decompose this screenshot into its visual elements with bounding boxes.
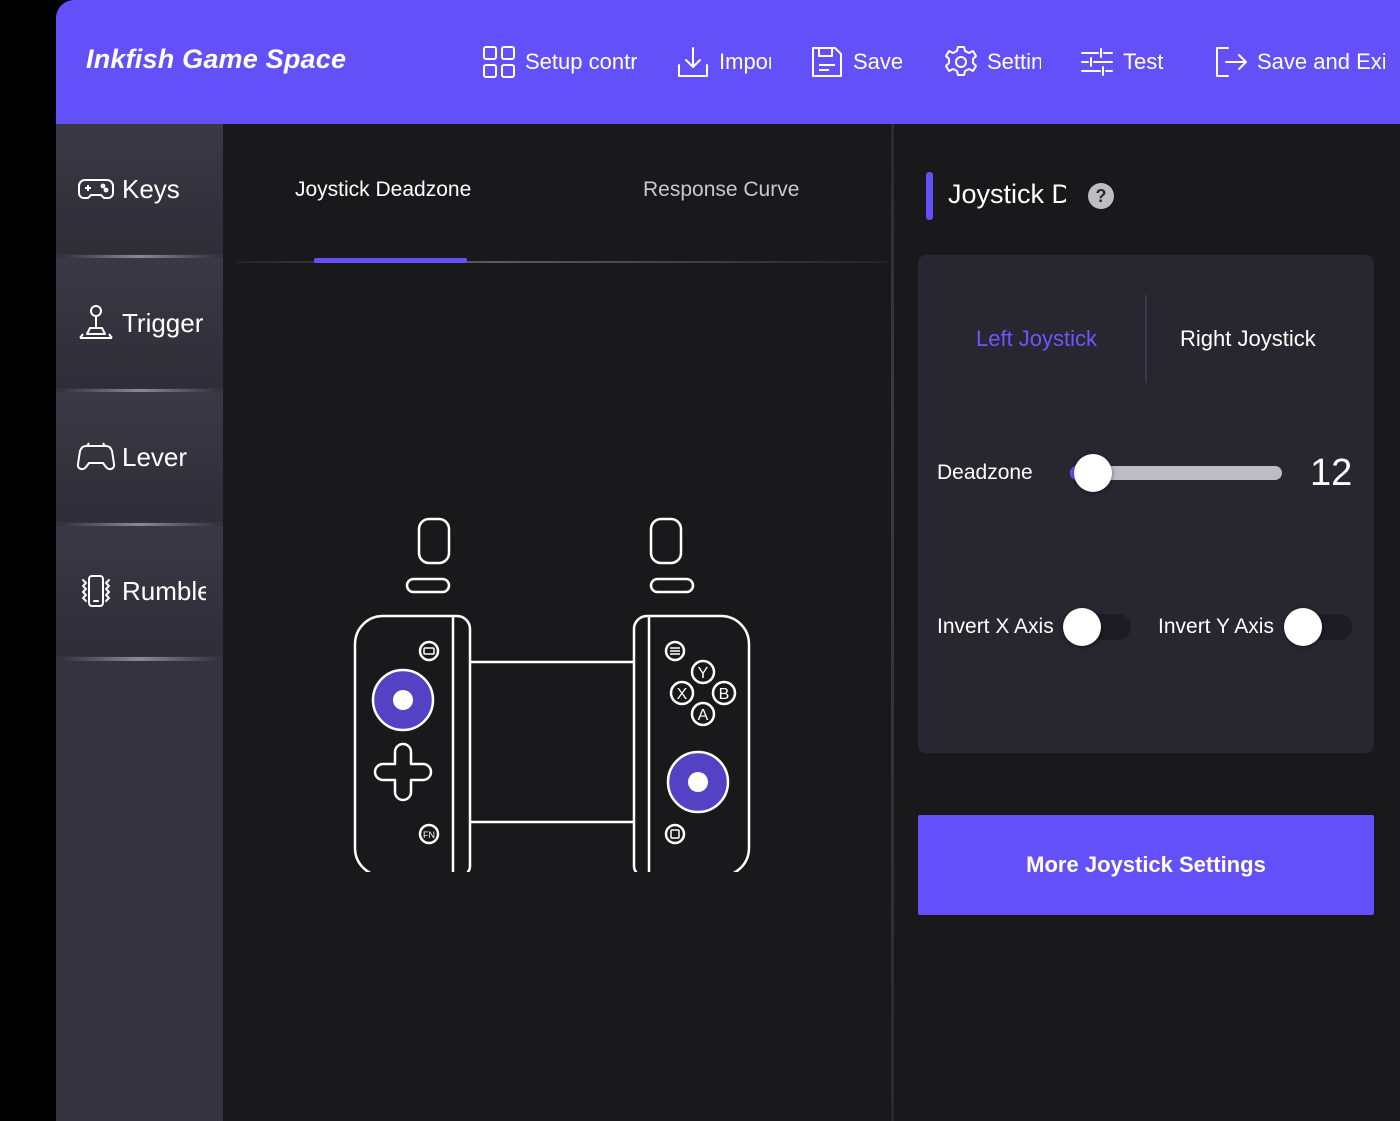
app-title: Inkfish Game Space — [86, 44, 347, 74]
setup-controls-button[interactable]: Setup controls — [482, 40, 637, 84]
deadzone-slider-thumb[interactable] — [1074, 454, 1112, 492]
sidebar-item-label: Rumble — [122, 575, 206, 606]
sidebar-item-label: Trigger — [122, 307, 204, 338]
svg-text:FN: FN — [423, 830, 435, 840]
save-button[interactable]: Save — [810, 40, 905, 84]
save-icon — [812, 47, 842, 77]
active-tab-indicator — [314, 258, 467, 263]
deadzone-value: 12 — [1310, 452, 1353, 494]
save-and-exit-label: Save and Exit — [1257, 49, 1385, 74]
sidebar-item-keys[interactable]: Keys — [56, 124, 223, 254]
joystick-icon — [79, 305, 113, 339]
more-joystick-settings-button[interactable]: More Joystick Settings — [918, 815, 1374, 915]
settings-label: Settings — [987, 49, 1041, 74]
controller-icon — [76, 442, 116, 471]
invert-x-label: Invert X Axis — [937, 615, 1054, 638]
sidebar-item-rumble[interactable]: Rumble — [56, 526, 223, 656]
test-label: Test — [1123, 49, 1164, 74]
setup-controls-label: Setup controls — [525, 49, 637, 74]
import-label: Import — [719, 49, 771, 74]
tab-joystick-deadzone[interactable]: Joystick Deadzone — [295, 178, 471, 202]
vibrate-icon — [82, 575, 110, 607]
settings-panel: Joystick Deadzone ? Left Joystick Right … — [894, 124, 1400, 1121]
tab-response-curve[interactable]: Response Curve — [643, 178, 799, 202]
save-and-exit-button[interactable]: Save and Exit — [1214, 40, 1385, 84]
import-button[interactable]: Import — [676, 40, 771, 84]
download-icon — [678, 47, 708, 77]
gamepad-icon — [78, 179, 114, 199]
svg-text:A: A — [698, 707, 709, 724]
tab-left-joystick[interactable]: Left Joystick — [976, 326, 1097, 352]
controller-view: Joystick Deadzone Response Curve FN Y X … — [223, 124, 891, 1121]
sidebar-item-label: Keys — [122, 173, 180, 204]
sidebar-divider — [62, 657, 217, 661]
invert-x-toggle[interactable] — [1063, 608, 1131, 646]
test-button[interactable]: Test — [1080, 40, 1169, 84]
invert-y-toggle[interactable] — [1284, 608, 1352, 646]
sidebar-item-label: Lever — [122, 441, 188, 472]
svg-text:X: X — [677, 686, 688, 703]
deadzone-slider[interactable] — [1070, 454, 1282, 492]
svg-text:Y: Y — [698, 665, 709, 682]
top-bar: Inkfish Game Space Setup controls Import… — [56, 0, 1400, 124]
tab-right-joystick[interactable]: Right Joystick — [1180, 326, 1316, 352]
help-icon[interactable]: ? — [1088, 183, 1114, 209]
svg-text:B: B — [719, 686, 730, 703]
sliders-icon — [1081, 48, 1113, 76]
toggle-knob — [1284, 608, 1322, 646]
joystick-settings-card: Left Joystick Right Joystick Deadzone 12… — [918, 255, 1374, 753]
app-window: Inkfish Game Space Setup controls Import… — [56, 0, 1400, 1121]
settings-button[interactable]: Settings — [944, 40, 1041, 84]
tab-separator — [1145, 295, 1147, 383]
sidebar: Keys Trigger Lever Rumble — [56, 124, 223, 1121]
panel-title: Joystick Deadzone — [948, 179, 1066, 209]
sidebar-item-lever[interactable]: Lever — [56, 392, 223, 522]
gear-icon — [945, 46, 977, 76]
toggle-knob — [1063, 608, 1101, 646]
title-accent-bar — [926, 172, 933, 220]
sidebar-item-trigger[interactable]: Trigger — [56, 258, 223, 388]
invert-y-label: Invert Y Axis — [1158, 615, 1274, 638]
controller-diagram: FN Y X B A — [353, 517, 751, 872]
grid-icon — [483, 46, 515, 78]
exit-icon — [1216, 47, 1247, 77]
save-label: Save — [853, 49, 904, 74]
deadzone-label: Deadzone — [937, 461, 1033, 484]
